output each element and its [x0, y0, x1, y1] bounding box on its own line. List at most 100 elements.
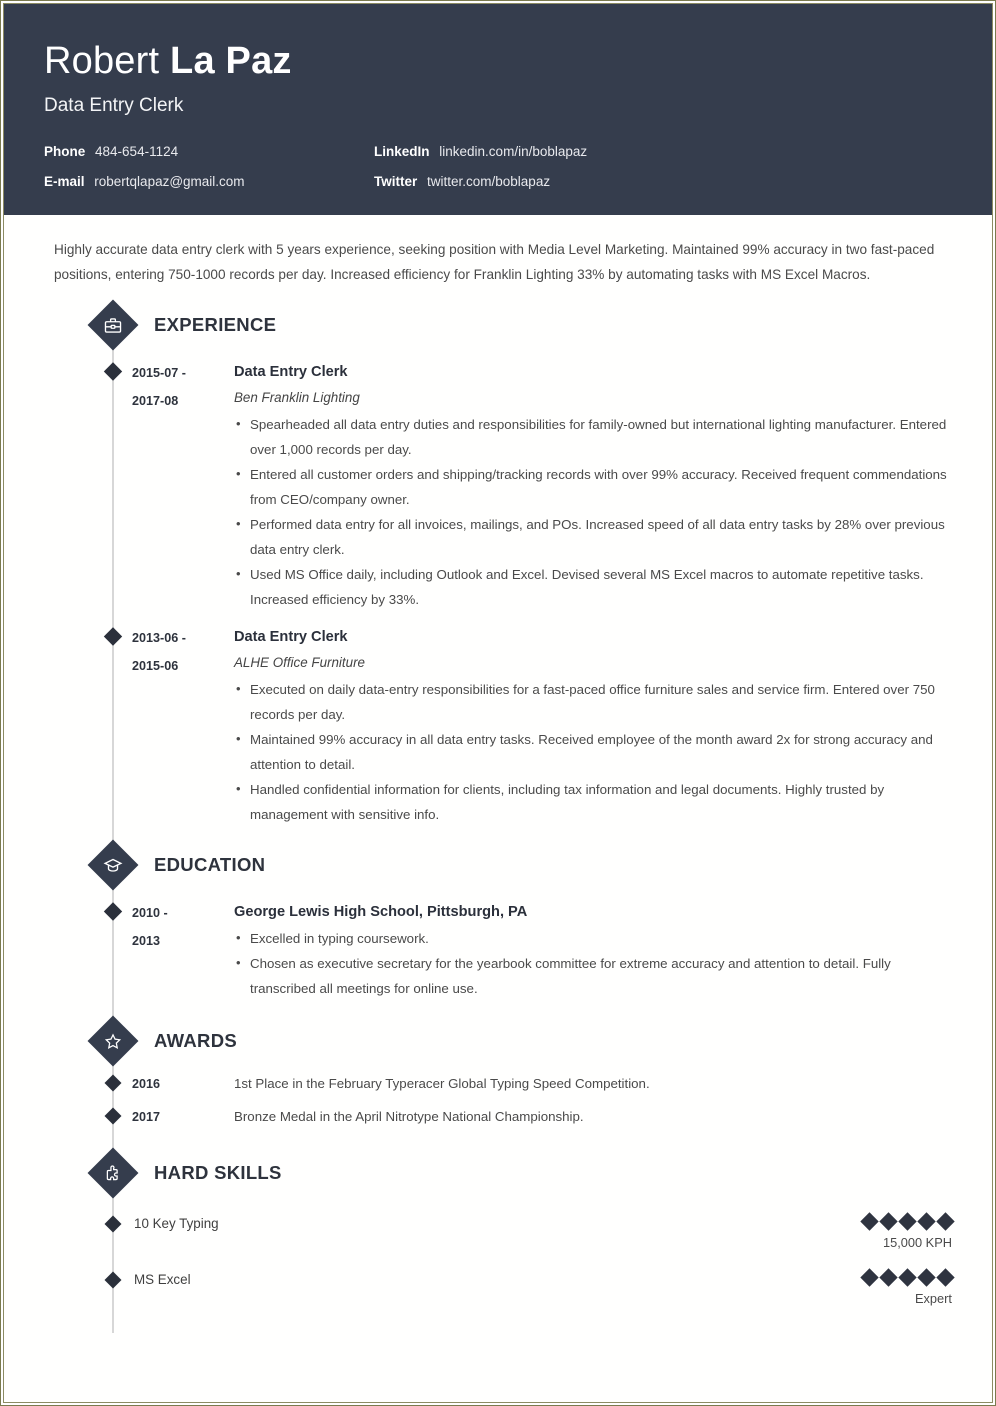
skill-level-label: 15,000 KPH: [882, 1235, 952, 1250]
professional-summary: Highly accurate data entry clerk with 5 …: [54, 242, 935, 282]
list-item: Performed data entry for all invoices, m…: [234, 511, 952, 562]
skill-rating: 15,000 KPH: [732, 1211, 955, 1255]
date-to: 2013: [132, 934, 161, 948]
contact-value[interactable]: linkedin.com/in/boblapaz: [439, 144, 587, 159]
entry-content: George Lewis High School, Pittsburgh, PA…: [228, 899, 952, 1001]
rating-diamond-filled: [936, 1211, 955, 1231]
contact-label: Twitter: [374, 174, 418, 189]
timeline-diamond: [103, 362, 123, 381]
resume-page: Robert La Paz Data Entry Clerk Phone 484…: [0, 0, 996, 1406]
star-badge-icon: [87, 1015, 139, 1067]
resume-page-inner: Robert La Paz Data Entry Clerk Phone 484…: [3, 3, 993, 1403]
experience-entry: 2015-07 - 2017-08 Data Entry Clerk Ben F…: [72, 347, 952, 612]
job-title: Data Entry Clerk: [44, 95, 184, 116]
contact-label: LinkedIn: [374, 144, 430, 159]
education-entry: 2010 - 2013 George Lewis High School, Pi…: [72, 887, 952, 1001]
job-role: Data Entry Clerk: [234, 364, 348, 380]
puzzle-piece-icon: [87, 1147, 139, 1199]
section-title: HARD SKILLS: [154, 1162, 282, 1183]
experience-entry: 2013-06 - 2015-06 Data Entry Clerk ALHE …: [72, 612, 952, 827]
timeline-diamond: [104, 1074, 122, 1092]
skill-level-label: Expert: [915, 1291, 952, 1306]
date-to: 2015-06: [132, 659, 179, 673]
list-item: Handled confidential information for cli…: [234, 776, 952, 827]
rating-diamond-filled: [898, 1211, 917, 1231]
first-name: Robert: [44, 40, 160, 82]
education-detail-list: Excelled in typing coursework. Chosen as…: [234, 925, 952, 1001]
employer-name: ALHE Office Furniture: [234, 655, 365, 670]
responsibility-list: Executed on daily data-entry responsibil…: [234, 676, 952, 827]
timeline-diamond: [103, 902, 123, 921]
award-description: Bronze Medal in the April Nitrotype Nati…: [234, 1109, 584, 1124]
date-from: 2010 -: [132, 906, 168, 920]
timeline-diamond: [104, 1107, 122, 1125]
skill-name: 10 Key Typing: [134, 1216, 219, 1231]
section-header-experience: EXPERIENCE: [72, 299, 952, 351]
job-role: Data Entry Clerk: [234, 629, 348, 645]
timeline-diamond: [103, 627, 123, 646]
entry-date: 2010 - 2013: [132, 899, 228, 1001]
contact-details: Phone 484-654-1124 LinkedIn linkedin.com…: [44, 144, 952, 189]
section-title: EXPERIENCE: [154, 314, 277, 335]
entry-content: Data Entry Clerk ALHE Office Furniture E…: [228, 624, 952, 827]
rating-diamond-filled: [917, 1267, 936, 1287]
resume-body: Highly accurate data entry clerk with 5 …: [4, 215, 992, 1333]
graduation-cap-icon: [87, 839, 139, 891]
section-title: AWARDS: [154, 1030, 237, 1051]
award-description: 1st Place in the February Typeracer Glob…: [234, 1076, 650, 1091]
contact-value[interactable]: 484-654-1124: [95, 144, 178, 159]
entry-date: 2015-07 - 2017-08: [132, 359, 228, 612]
entry-date: 2013-06 - 2015-06: [132, 624, 228, 827]
list-item: Maintained 99% accuracy in all data entr…: [234, 726, 952, 777]
section-title: EDUCATION: [154, 854, 266, 875]
rating-diamonds: [732, 1267, 955, 1287]
page-title: Robert La Paz: [44, 38, 952, 84]
contact-label: Phone: [44, 144, 86, 159]
rating-diamond-filled: [898, 1267, 917, 1287]
rating-diamond-filled: [860, 1211, 879, 1231]
date-from: 2015-07 -: [132, 366, 186, 380]
rating-diamond-filled: [879, 1267, 898, 1287]
award-year: 2017: [132, 1110, 161, 1124]
employer-name: Ben Franklin Lighting: [234, 390, 360, 405]
rating-diamond-filled: [917, 1211, 936, 1231]
timeline-diamond: [104, 1271, 122, 1289]
skill-item: 10 Key Typing 15,000 KPH: [72, 1195, 955, 1255]
contact-phone: Phone 484-654-1124: [44, 144, 374, 159]
rating-diamond-filled: [879, 1211, 898, 1231]
skill-item: MS Excel Expert: [72, 1255, 955, 1311]
contact-label: E-mail: [44, 174, 85, 189]
contact-email: E-mail robertqlapaz@gmail.com: [44, 174, 374, 189]
date-to: 2017-08: [132, 394, 179, 408]
list-item: Spearheaded all data entry duties and re…: [234, 411, 952, 462]
school-name: George Lewis High School, Pittsburgh, PA: [234, 904, 528, 920]
date-from: 2013-06 -: [132, 631, 186, 645]
contact-linkedin: LinkedIn linkedin.com/in/boblapaz: [374, 144, 952, 159]
section-header-education: EDUCATION: [72, 839, 952, 891]
rating-diamond-filled: [860, 1267, 879, 1287]
contact-twitter: Twitter twitter.com/boblapaz: [374, 174, 952, 189]
briefcase-icon: [87, 299, 139, 351]
list-item: Entered all customer orders and shipping…: [234, 461, 952, 512]
skill-name: MS Excel: [134, 1272, 191, 1287]
responsibility-list: Spearheaded all data entry duties and re…: [234, 411, 952, 612]
section-header-hard-skills: HARD SKILLS: [72, 1147, 952, 1199]
resume-timeline: EXPERIENCE 2015-07 - 2017-08 Data Entry …: [72, 299, 955, 1333]
timeline-diamond: [104, 1215, 122, 1233]
list-item: Used MS Office daily, including Outlook …: [234, 561, 952, 612]
list-item: Executed on daily data-entry responsibil…: [234, 676, 952, 727]
rating-diamonds: [732, 1211, 955, 1231]
resume-header: Robert La Paz Data Entry Clerk Phone 484…: [4, 4, 992, 215]
rating-diamond-filled: [936, 1267, 955, 1287]
contact-value[interactable]: robertqlapaz@gmail.com: [94, 174, 244, 189]
section-header-awards: AWARDS: [72, 1015, 952, 1067]
list-item: Excelled in typing coursework.: [234, 925, 952, 951]
list-item: Chosen as executive secretary for the ye…: [234, 950, 952, 1001]
last-name: La Paz: [170, 40, 292, 82]
award-year: 2016: [132, 1077, 161, 1091]
award-item: 2017 Bronze Medal in the April Nitrotype…: [72, 1096, 952, 1129]
entry-content: Data Entry Clerk Ben Franklin Lighting S…: [228, 359, 952, 612]
contact-value[interactable]: twitter.com/boblapaz: [427, 174, 550, 189]
timeline-end-spacer: [72, 1311, 952, 1333]
skill-rating: Expert: [732, 1267, 955, 1311]
